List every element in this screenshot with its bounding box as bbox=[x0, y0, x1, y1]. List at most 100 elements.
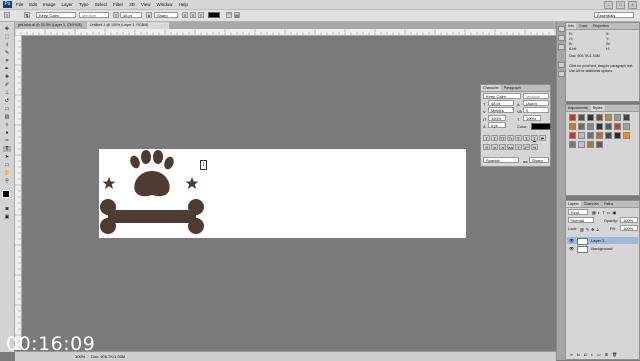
tab-info[interactable]: Info bbox=[566, 23, 576, 29]
tab-adjustments[interactable]: Adjustments bbox=[566, 105, 590, 111]
document-canvas[interactable]: I bbox=[99, 149, 466, 238]
strikethrough-button[interactable]: F bbox=[539, 135, 546, 141]
gradient-tool-icon[interactable]: ▥ bbox=[3, 114, 11, 120]
menu-image[interactable]: Image bbox=[43, 2, 56, 7]
small-caps-button[interactable]: Tr bbox=[507, 135, 514, 141]
style-swatch[interactable] bbox=[578, 141, 585, 148]
tab-paragraph[interactable]: Paragraph bbox=[502, 85, 523, 91]
dodge-tool-icon[interactable]: ● bbox=[3, 130, 11, 136]
tab-pet-tutor[interactable]: pet-tutor.ai @ 33.3% (Layer 1, CMYK/8) bbox=[15, 22, 87, 29]
char-antialias[interactable]: Sharp bbox=[529, 157, 549, 163]
faux-italic-button[interactable]: T bbox=[491, 135, 498, 141]
char-font-size[interactable]: 48 pt bbox=[488, 100, 514, 106]
lock-pixels-icon[interactable]: ▨ bbox=[580, 227, 584, 232]
menu-edit[interactable]: Edit bbox=[29, 2, 37, 7]
superscript-button[interactable]: T' bbox=[515, 135, 522, 141]
font-family-select[interactable]: Keep Calm bbox=[36, 12, 76, 18]
tab-channels[interactable]: Channels bbox=[582, 201, 601, 207]
eraser-tool-icon[interactable]: ▭ bbox=[3, 106, 11, 112]
link-layers-icon[interactable]: ∞ bbox=[570, 352, 573, 357]
crop-tool-icon[interactable]: ⌗ bbox=[3, 58, 11, 64]
screen-mode-icon[interactable]: ▣ bbox=[3, 214, 11, 220]
all-caps-button[interactable]: TT bbox=[499, 135, 506, 141]
eyedropper-tool-icon[interactable]: ✒ bbox=[3, 66, 11, 72]
style-swatch[interactable] bbox=[596, 123, 603, 130]
char-kerning[interactable]: Metrics bbox=[488, 107, 514, 113]
style-swatch[interactable] bbox=[569, 123, 576, 130]
close-button[interactable]: × bbox=[628, 1, 637, 9]
tab-properties[interactable]: Properties bbox=[591, 23, 611, 29]
char-leading[interactable]: (Auto) bbox=[523, 100, 549, 106]
blur-tool-icon[interactable]: ◊ bbox=[3, 122, 11, 128]
visibility-eye-icon[interactable]: 👁︎ bbox=[569, 237, 574, 244]
character-panel-icon[interactable] bbox=[558, 62, 565, 68]
style-swatch[interactable] bbox=[587, 132, 594, 139]
menu-file[interactable]: File bbox=[16, 2, 23, 7]
char-color-swatch[interactable] bbox=[531, 123, 551, 130]
filter-pixel-icon[interactable]: ▦ bbox=[592, 210, 596, 215]
opacity-field[interactable]: 100% bbox=[620, 217, 638, 223]
text-orientation-icon[interactable]: ⇅ bbox=[24, 12, 30, 18]
layer-row[interactable]: 👁︎ Layer 1 bbox=[567, 237, 638, 245]
layer-style-icon[interactable]: fx bbox=[577, 352, 580, 357]
layer-row[interactable]: 👁︎ Background bbox=[567, 245, 638, 253]
maximize-button[interactable]: □ bbox=[616, 1, 625, 9]
paragraph-panel-icon[interactable] bbox=[558, 71, 565, 77]
pen-tool-icon[interactable]: ✑ bbox=[3, 138, 11, 144]
tab-color[interactable]: Color bbox=[577, 23, 590, 29]
new-group-icon[interactable]: ▭ bbox=[597, 352, 601, 357]
layer-name[interactable]: Layer 1 bbox=[591, 237, 604, 244]
menu-select[interactable]: Select bbox=[95, 2, 108, 7]
style-swatch[interactable] bbox=[614, 123, 621, 130]
menu-window[interactable]: Window bbox=[157, 2, 173, 7]
new-layer-icon[interactable]: ⊞ bbox=[605, 352, 608, 357]
marquee-tool-icon[interactable]: ⬚ bbox=[3, 34, 11, 40]
horizontal-ruler[interactable] bbox=[15, 29, 556, 36]
alternates-icon[interactable]: aa bbox=[507, 144, 514, 150]
char-panel-toggle-icon[interactable]: ▤ bbox=[234, 12, 240, 18]
swash-icon[interactable]: 𝒜 bbox=[499, 144, 506, 150]
style-swatch[interactable] bbox=[596, 141, 603, 148]
faux-bold-button[interactable]: T bbox=[483, 135, 490, 141]
style-swatch[interactable] bbox=[569, 141, 576, 148]
char-vertical-scale[interactable]: 100% bbox=[488, 115, 506, 121]
menu-view[interactable]: View bbox=[141, 2, 151, 7]
menu-3d[interactable]: 3D bbox=[129, 2, 135, 7]
style-swatch[interactable] bbox=[569, 132, 576, 139]
foreground-color-swatch[interactable] bbox=[2, 190, 10, 198]
brush-panel-icon[interactable] bbox=[558, 44, 565, 50]
style-swatch[interactable] bbox=[578, 132, 585, 139]
style-swatch[interactable] bbox=[614, 114, 621, 121]
filter-adjust-icon[interactable]: ◐ bbox=[598, 210, 600, 215]
font-style-select[interactable]: Medium bbox=[79, 12, 109, 18]
healing-tool-icon[interactable]: ✚ bbox=[3, 74, 11, 80]
lock-all-icon[interactable]: 🔒︎ bbox=[597, 227, 599, 232]
underline-button[interactable]: T bbox=[531, 135, 538, 141]
char-tracking[interactable]: 0 bbox=[523, 107, 549, 113]
lock-position-icon[interactable]: ✥ bbox=[591, 227, 594, 232]
oldstyle-icon[interactable]: ơ bbox=[491, 144, 498, 150]
quick-select-tool-icon[interactable]: ✎ bbox=[3, 50, 11, 56]
delete-layer-icon[interactable]: 🗑︎ bbox=[612, 352, 617, 357]
warp-text-icon[interactable]: ⌒ bbox=[226, 12, 232, 18]
style-swatch[interactable] bbox=[623, 132, 630, 139]
history-panel-icon[interactable] bbox=[558, 26, 565, 32]
char-baseline[interactable]: 0 pt bbox=[488, 122, 506, 128]
menu-layer[interactable]: Layer bbox=[62, 2, 73, 7]
filter-shape-icon[interactable]: ▭ bbox=[607, 210, 611, 215]
style-swatch[interactable] bbox=[578, 123, 585, 130]
actions-panel-icon[interactable] bbox=[558, 35, 565, 41]
style-swatch[interactable] bbox=[569, 114, 576, 121]
text-color-swatch[interactable] bbox=[208, 12, 220, 18]
shape-tool-icon[interactable]: ▭ bbox=[3, 162, 11, 168]
style-swatch[interactable] bbox=[596, 132, 603, 139]
menu-type[interactable]: Type bbox=[79, 2, 89, 7]
tab-untitled-1[interactable]: Untitled-1 @ 100% (Layer 1, RGB/8) bbox=[87, 22, 169, 29]
style-swatch[interactable] bbox=[605, 114, 612, 121]
tab-layers[interactable]: Layers bbox=[566, 201, 581, 207]
lasso-tool-icon[interactable]: ℓ bbox=[3, 42, 11, 48]
layer-filter-kind[interactable]: Kind bbox=[568, 209, 588, 215]
blend-mode-select[interactable]: Normal bbox=[568, 217, 594, 223]
char-horizontal-scale[interactable]: 100% bbox=[523, 115, 541, 121]
minimize-button[interactable]: – bbox=[604, 1, 613, 9]
